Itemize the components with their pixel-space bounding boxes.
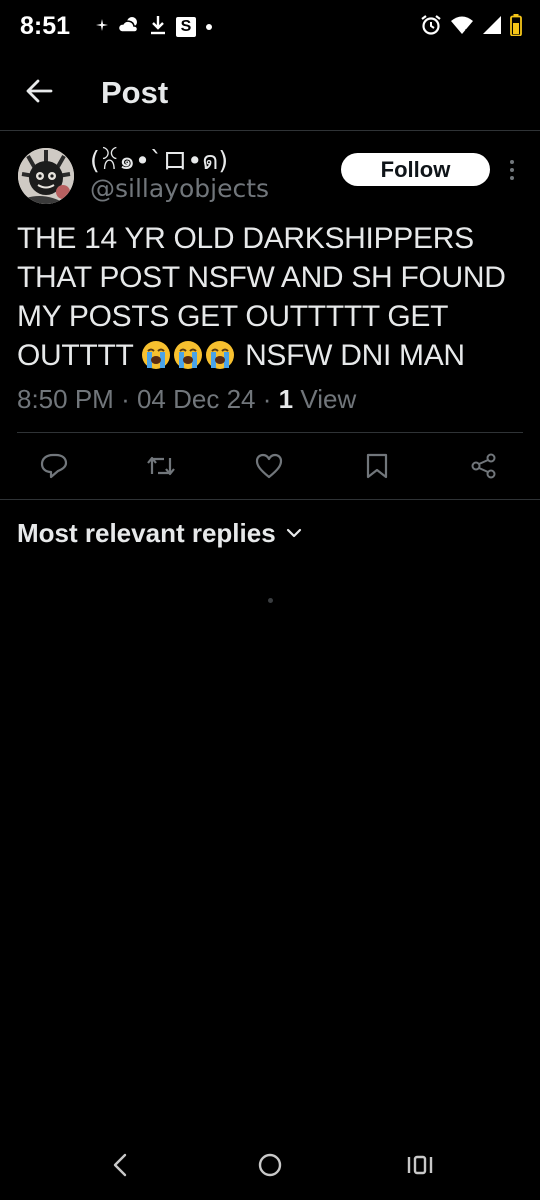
header: Post: [0, 56, 540, 131]
page-title: Post: [101, 75, 169, 110]
replies-sort-dropdown[interactable]: Most relevant replies: [17, 518, 302, 549]
nav-recents-button[interactable]: [400, 1150, 440, 1184]
post-text: THE 14 YR OLD DARKSHIPPERS THAT POST NSF…: [17, 219, 527, 375]
views-label[interactable]: View: [300, 384, 356, 414]
sparkle-icon: [96, 18, 108, 36]
status-bar: 8:51 S x: [0, 0, 540, 56]
more-dot-icon: [510, 160, 514, 164]
post-date: 04 Dec 24: [136, 384, 256, 414]
nav-back-button[interactable]: [100, 1150, 140, 1184]
views-count[interactable]: 1: [279, 384, 293, 414]
post-meta: 8:50 PM · 04 Dec 24 · 1 View: [17, 384, 356, 415]
repost-icon: [146, 454, 176, 483]
back-button[interactable]: [22, 76, 56, 110]
arrow-left-icon: [25, 79, 53, 108]
divider: [0, 499, 540, 500]
like-button[interactable]: [254, 453, 284, 483]
loading-indicator: [268, 598, 273, 603]
loudly-crying-face-icon: [141, 340, 171, 370]
download-icon: [150, 15, 166, 40]
status-right-icons: x: [420, 12, 522, 42]
meta-separator: ·: [121, 384, 130, 414]
meta-separator: ·: [262, 384, 272, 414]
post-text-tail: NSFW DNI MAN: [245, 339, 465, 372]
weather-icon: [117, 16, 140, 39]
alarm-icon: [420, 14, 442, 41]
share-button[interactable]: [469, 453, 499, 483]
user-handle[interactable]: @sillayobjects: [90, 174, 269, 203]
svg-text:x: x: [465, 26, 470, 35]
chevron-down-icon: [286, 525, 302, 543]
more-dot-icon: [510, 168, 514, 172]
reply-icon: [40, 453, 68, 484]
status-time: 8:51: [20, 12, 71, 40]
s-app-icon: S: [176, 17, 196, 37]
divider: [17, 432, 523, 433]
reply-button[interactable]: [39, 453, 69, 483]
replies-sort-label: Most relevant replies: [17, 518, 276, 548]
follow-button[interactable]: Follow: [341, 153, 490, 186]
system-nav-bar: [0, 1130, 540, 1200]
wifi-icon: x: [450, 15, 474, 40]
signal-icon: [482, 15, 502, 40]
home-nav-icon: [257, 1152, 283, 1183]
action-bar: [0, 445, 540, 489]
battery-icon: [510, 13, 522, 41]
avatar[interactable]: [18, 148, 74, 204]
bookmark-button[interactable]: [362, 453, 392, 483]
post-time: 8:50 PM: [17, 384, 114, 414]
repost-button[interactable]: [146, 453, 176, 483]
like-icon: [255, 453, 283, 484]
screen: 8:51 S x Post (ꐦ๑•`ロ•ด) @sillayobjects F…: [0, 0, 540, 1200]
recents-nav-icon: [407, 1154, 433, 1181]
bookmark-icon: [366, 453, 388, 484]
loudly-crying-face-icon: [205, 340, 235, 370]
status-left-icons: S: [96, 12, 212, 42]
share-icon: [470, 453, 498, 484]
more-options-button[interactable]: [504, 158, 520, 182]
loudly-crying-face-icon: [173, 340, 203, 370]
dot-icon: [206, 24, 212, 30]
nav-home-button[interactable]: [250, 1150, 290, 1184]
more-dot-icon: [510, 176, 514, 180]
back-nav-icon: [112, 1153, 128, 1182]
